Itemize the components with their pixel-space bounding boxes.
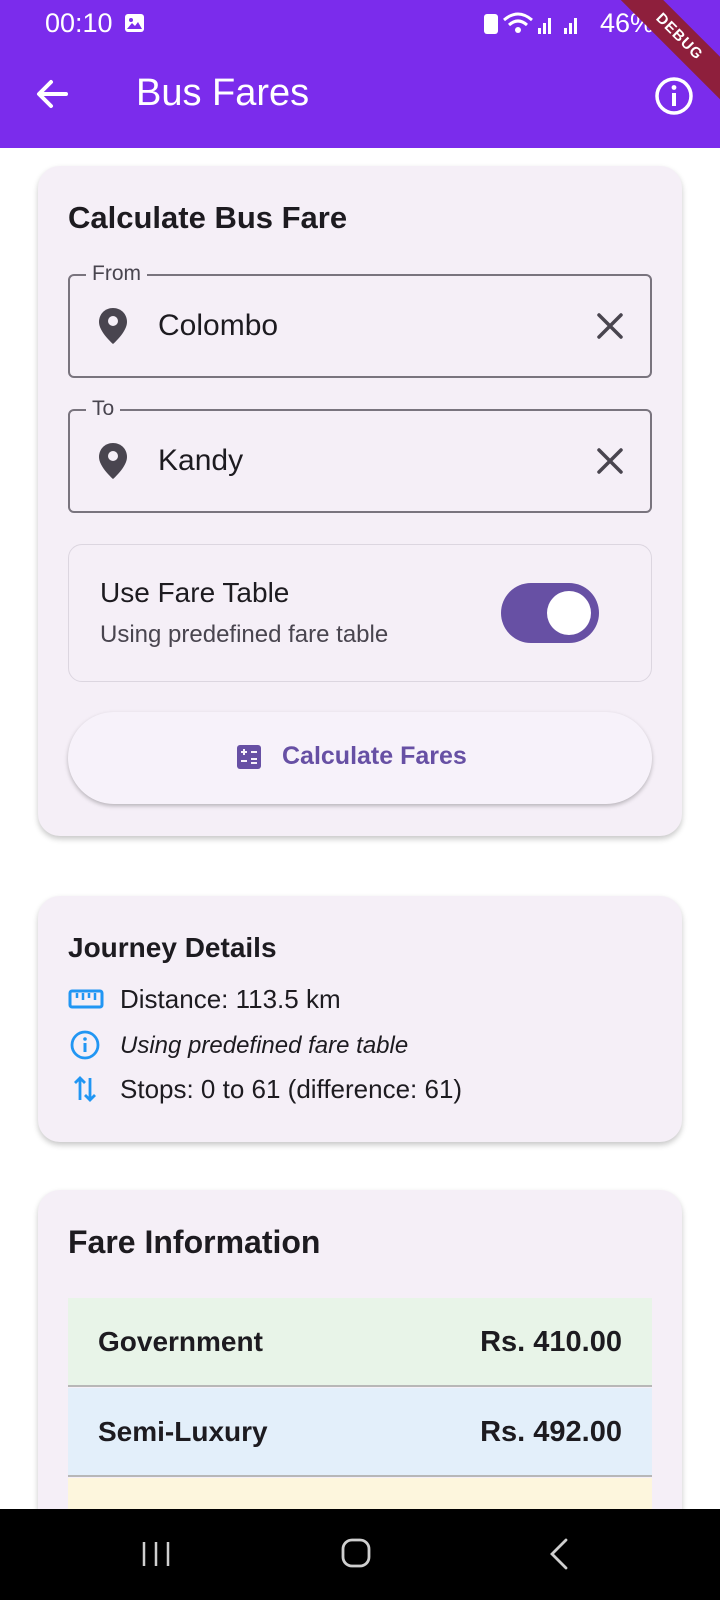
ruler-icon bbox=[68, 989, 104, 1009]
image-notification-icon bbox=[125, 14, 144, 32]
card-title: Journey Details bbox=[68, 932, 277, 963]
status-time: 00:10 bbox=[45, 8, 113, 38]
clear-from-icon[interactable] bbox=[594, 310, 626, 342]
clear-to-icon[interactable] bbox=[594, 445, 626, 477]
info-icon[interactable] bbox=[654, 76, 694, 116]
nav-back-icon[interactable] bbox=[548, 1537, 570, 1571]
recent-apps-icon[interactable] bbox=[140, 1539, 172, 1569]
fare-table-toggle-row: Use Fare Table Using predefined fare tab… bbox=[68, 544, 652, 682]
journey-details-card: Journey Details Distance: 113.5 km Using… bbox=[38, 896, 682, 1142]
fare-table-switch[interactable] bbox=[501, 583, 599, 643]
card-title: Calculate Bus Fare bbox=[68, 200, 348, 235]
info-outline-icon bbox=[70, 1030, 100, 1060]
wifi-icon bbox=[503, 12, 533, 22]
fare-row-government: Government Rs. 410.00 bbox=[68, 1298, 652, 1387]
fare-price: Rs. 410.00 bbox=[480, 1326, 622, 1358]
back-arrow-icon[interactable] bbox=[32, 74, 72, 114]
calculate-fare-card: Calculate Bus Fare From Colombo To Kandy… bbox=[38, 166, 682, 836]
to-label: To bbox=[86, 396, 121, 422]
calculate-fares-label: Calculate Fares bbox=[282, 742, 467, 770]
stops-text: Stops: 0 to 61 (difference: 61) bbox=[120, 1074, 463, 1104]
status-bar: 00:10 46% bbox=[0, 0, 720, 48]
switch-knob bbox=[547, 591, 591, 635]
system-status-icons bbox=[484, 12, 577, 34]
to-field[interactable]: To Kandy bbox=[68, 396, 652, 513]
distance-text: Distance: 113.5 km bbox=[120, 984, 341, 1014]
toggle-title: Use Fare Table bbox=[100, 577, 290, 608]
from-value: Colombo bbox=[158, 309, 279, 342]
calculator-icon bbox=[237, 745, 261, 769]
fare-name: Semi-Luxury bbox=[98, 1416, 268, 1447]
swap-vertical-icon bbox=[74, 1076, 96, 1102]
from-label: From bbox=[86, 261, 147, 287]
toggle-subtitle: Using predefined fare table bbox=[100, 621, 389, 648]
home-icon[interactable] bbox=[340, 1537, 372, 1569]
from-field[interactable]: From Colombo bbox=[68, 261, 652, 378]
fare-name: Government bbox=[98, 1326, 263, 1357]
data-saver-icon bbox=[484, 14, 498, 34]
app-bar: 00:10 46% Bus Fares DEBUG bbox=[0, 0, 720, 148]
location-pin-icon bbox=[99, 443, 127, 479]
fare-price: Rs. 492.00 bbox=[480, 1416, 622, 1448]
signal-icon bbox=[538, 28, 541, 34]
system-nav-bar bbox=[0, 1509, 720, 1600]
card-title: Fare Information bbox=[68, 1224, 321, 1260]
to-value: Kandy bbox=[158, 444, 244, 477]
fare-row-semi-luxury: Semi-Luxury Rs. 492.00 bbox=[68, 1388, 652, 1477]
page-title: Bus Fares bbox=[136, 72, 310, 114]
calculate-fares-button[interactable]: Calculate Fares bbox=[68, 712, 652, 804]
location-pin-icon bbox=[99, 308, 127, 344]
mode-text: Using predefined fare table bbox=[120, 1032, 409, 1059]
